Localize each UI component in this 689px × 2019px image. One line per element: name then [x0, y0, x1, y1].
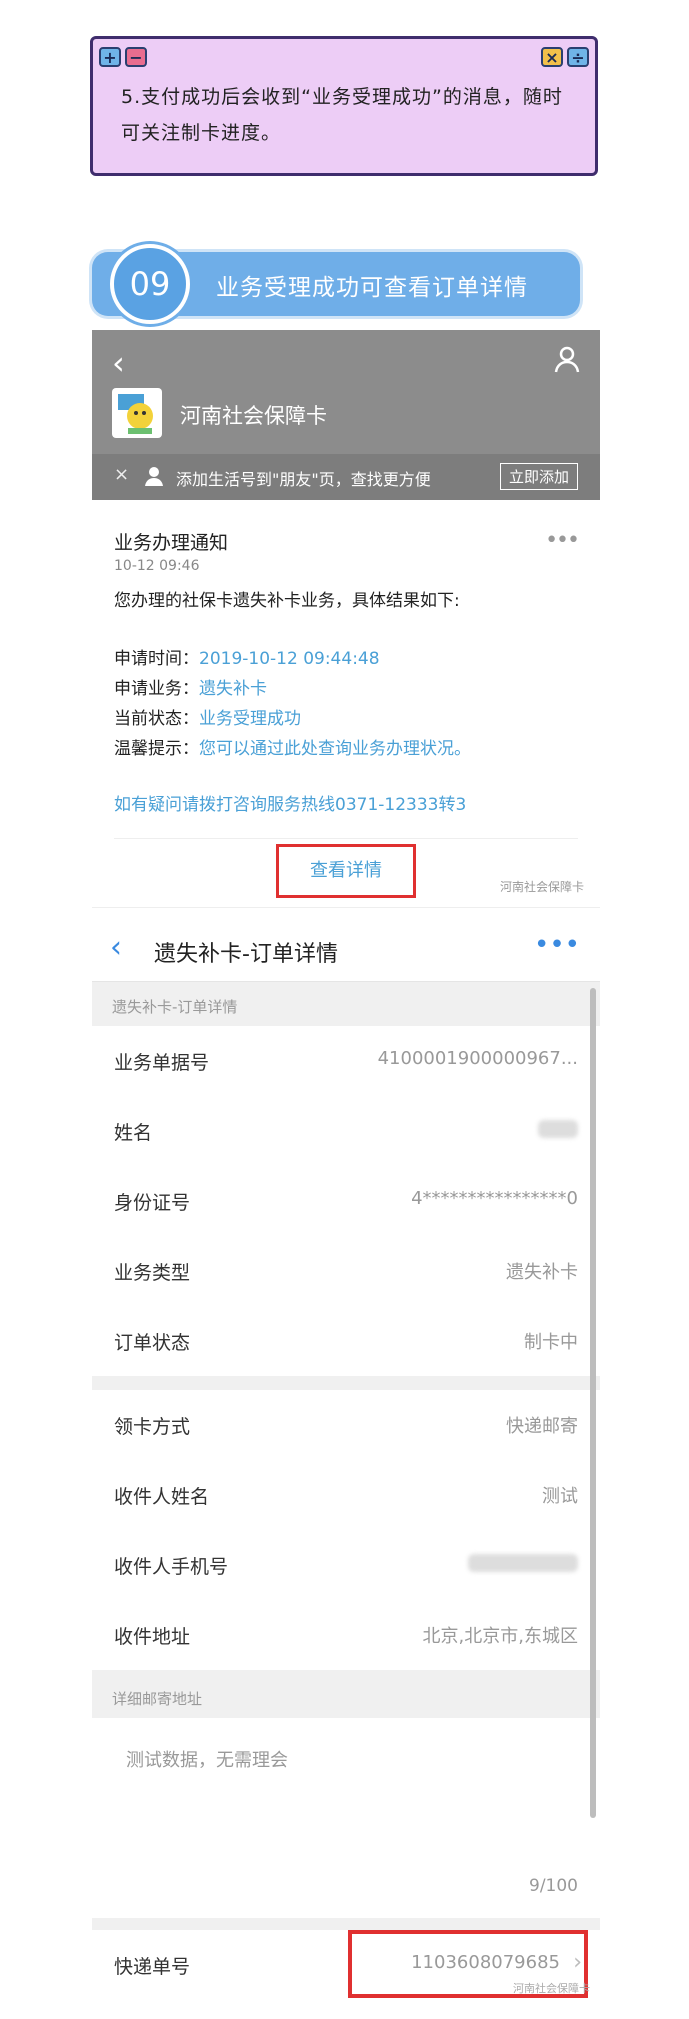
divider	[114, 838, 578, 839]
field-key: 业务单据号	[114, 1052, 210, 1074]
user-profile-icon[interactable]	[552, 344, 582, 374]
order-title: 遗失补卡-订单详情	[154, 942, 338, 967]
field-key: 收件人手机号	[114, 1556, 229, 1578]
watermark: 河南社会保障卡	[499, 880, 584, 894]
tip-text: 5.支付成功后会收到“业务受理成功”的消息，随时可关注制卡进度。	[121, 86, 563, 144]
field-id-number: 身份证号 4****************0	[92, 1166, 600, 1236]
account-logo	[112, 388, 162, 438]
field-express-no[interactable]: 快递单号 1103608079685 › 河南社会保障卡	[92, 1930, 600, 2000]
follow-text: 添加生活号到"朋友"页，查找更方便	[176, 470, 431, 489]
account-header: ‹ 河南社会保障卡 × 添加生活号到"朋友"页，查找更方便 立即添加	[92, 330, 600, 500]
follow-bar: × 添加生活号到"朋友"页，查找更方便 立即添加	[92, 454, 600, 500]
watermark: 河南社会保障卡	[513, 1982, 590, 1995]
order-body: 遗失补卡-订单详情 业务单据号 4100001900000967... 姓名 身…	[92, 982, 600, 2000]
row-key: 温馨提示：	[114, 739, 199, 759]
field-key: 订单状态	[114, 1332, 191, 1354]
more-icon[interactable]: •••	[545, 528, 580, 553]
field-key: 收件人姓名	[114, 1486, 210, 1508]
field-recipient-name: 收件人姓名 测试	[92, 1460, 600, 1530]
blurred-value	[468, 1552, 578, 1573]
notice-row: 申请业务：遗失补卡	[114, 674, 267, 699]
field-name: 姓名	[92, 1096, 600, 1166]
notice-row: 温馨提示：您可以通过此处查询业务办理状况。	[114, 734, 471, 759]
field-value: 测试	[542, 1486, 578, 1507]
section-title: 详细邮寄地址	[112, 1690, 203, 1708]
field-key: 姓名	[114, 1122, 153, 1144]
back-icon[interactable]: ‹	[110, 930, 122, 965]
row-value: 业务受理成功	[199, 709, 301, 729]
field-recipient-address: 收件地址 北京,北京市,东城区	[92, 1600, 600, 1670]
notice-row: 申请时间：2019-10-12 09:44:48	[114, 644, 380, 669]
row-key: 当前状态：	[114, 709, 199, 729]
tip-box: + − × ÷ 5.支付成功后会收到“业务受理成功”的消息，随时可关注制卡进度。	[90, 36, 598, 176]
scrollbar[interactable]	[590, 988, 596, 1818]
blurred-value	[538, 1118, 578, 1139]
notice-row: 当前状态：业务受理成功	[114, 704, 301, 729]
step-number: 09	[110, 244, 190, 324]
back-icon[interactable]: ‹	[112, 344, 125, 382]
close-icon[interactable]: ×	[114, 464, 129, 485]
row-value: 遗失补卡	[199, 679, 267, 699]
notice-title: 业务办理通知	[114, 532, 229, 554]
field-key: 领卡方式	[114, 1416, 191, 1438]
step-label: 业务受理成功可查看订单详情	[216, 275, 528, 301]
field-value: 制卡中	[524, 1332, 578, 1353]
more-icon[interactable]: •••	[534, 930, 580, 960]
field-recipient-phone: 收件人手机号	[92, 1530, 600, 1600]
address-textarea[interactable]: 测试数据，无需理会 9/100	[92, 1718, 600, 1918]
field-key: 快递单号	[114, 1956, 191, 1978]
notice-intro: 您办理的社保卡遗失补卡业务，具体结果如下:	[114, 591, 460, 611]
section-title: 遗失补卡-订单详情	[112, 998, 238, 1016]
account-name: 河南社会保障卡	[180, 404, 327, 428]
field-pickup-method: 领卡方式 快递邮寄	[92, 1390, 600, 1460]
minus-icon: −	[125, 47, 147, 67]
field-value: 北京,北京市,东城区	[422, 1626, 578, 1647]
step-header: 09 业务受理成功可查看订单详情	[92, 244, 580, 324]
row-value: 2019-10-12 09:44:48	[199, 649, 380, 669]
order-header: ‹ 遗失补卡-订单详情 •••	[92, 918, 600, 982]
divide-icon: ÷	[567, 47, 589, 67]
field-value: 快递邮寄	[506, 1416, 578, 1437]
field-key: 收件地址	[114, 1626, 191, 1648]
row-key: 申请业务：	[114, 679, 199, 699]
notice-card: 业务办理通知 10-12 09:46 ••• 您办理的社保卡遗失补卡业务，具体结…	[92, 508, 600, 908]
field-order-status: 订单状态 制卡中	[92, 1306, 600, 1376]
view-details-button[interactable]: 查看详情	[276, 844, 416, 898]
row-value: 您可以通过此处查询业务办理状况。	[199, 739, 471, 759]
field-key: 身份证号	[114, 1192, 191, 1214]
hotline-link[interactable]: 如有疑问请拨打咨询服务热线0371-12333转3	[114, 790, 466, 815]
address-text: 测试数据，无需理会	[126, 1750, 288, 1771]
plus-icon: +	[99, 47, 121, 67]
field-value: 4****************0	[411, 1188, 578, 1209]
add-friend-icon	[145, 467, 163, 486]
field-order-no: 业务单据号 4100001900000967...	[92, 1026, 600, 1096]
char-count: 9/100	[529, 1876, 578, 1896]
notice-time: 10-12 09:46	[114, 558, 200, 574]
field-value: 4100001900000967...	[377, 1048, 578, 1069]
field-value: 遗失补卡	[506, 1262, 578, 1283]
add-now-button[interactable]: 立即添加	[499, 463, 578, 490]
row-key: 申请时间：	[114, 649, 199, 669]
field-business-type: 业务类型 遗失补卡	[92, 1236, 600, 1306]
field-key: 业务类型	[114, 1262, 191, 1284]
close-icon: ×	[541, 47, 563, 67]
